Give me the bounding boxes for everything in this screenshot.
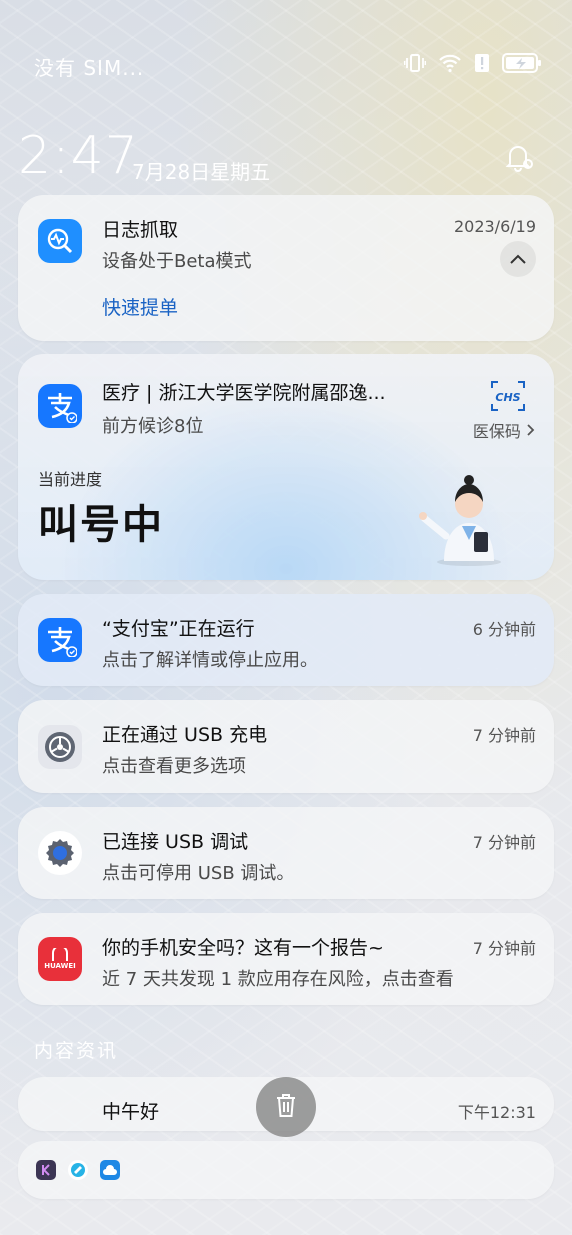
medical-insurance-code-link[interactable]: 医保码 [473,418,536,442]
chevron-right-icon [526,422,536,441]
battery-charging-icon [502,52,542,78]
notification-usb-charging[interactable]: 正在通过 USB 充电 点击查看更多选项 7 分钟前 [18,700,554,793]
settings-system-icon [38,725,82,769]
gear-icon [38,831,82,875]
notification-time: 7 分钟前 [472,726,536,745]
status-bar: 没有 SIM... [0,0,572,130]
weather-icon [100,1160,120,1180]
log-capture-icon [38,219,82,263]
notification-body: 设备处于Beta模式 [102,251,252,272]
notification-title: 正在通过 USB 充电 [102,724,268,746]
trash-icon [274,1092,298,1122]
chs-badge-text: CHS [495,391,520,404]
notification-body: 点击查看更多选项 [102,756,246,777]
progress-label: 当前进度 [38,470,103,489]
clock-time: 2:47 [18,126,139,186]
notification-title: “支付宝”正在运行 [102,618,255,640]
chevron-up-icon [509,250,527,269]
notification-body: 点击可停用 USB 调试。 [102,863,295,884]
collapsed-notifications[interactable] [18,1141,554,1199]
clear-all-button[interactable] [256,1077,316,1137]
carrier-label: 没有 SIM... [34,56,145,80]
notification-usb-debugging[interactable]: 已连接 USB 调试 点击可停用 USB 调试。 7 分钟前 [18,807,554,899]
section-title: 内容资讯 [34,1040,119,1062]
huawei-icon-text: HUAWEI [44,962,76,970]
huawei-icon: HUAWEI [38,937,82,981]
notification-title: 你的手机安全吗？这有一个报告~ [102,937,384,959]
k-app-icon [36,1160,56,1180]
notification-body: 点击了解详情或停止应用。 [102,650,318,671]
clock-date: 7月28日星期五 [132,160,271,184]
notification-time: 7 分钟前 [472,833,536,852]
content-time: 下午12:31 [457,1103,536,1122]
alipay-icon [38,384,82,428]
doctor-illustration [414,466,514,570]
notification-alipay-running[interactable]: “支付宝”正在运行 点击了解详情或停止应用。 6 分钟前 [18,594,554,686]
notification-time: 7 分钟前 [472,939,536,958]
quick-submit-button[interactable]: 快速提单 [102,293,178,320]
notification-time: 6 分钟前 [472,620,536,639]
status-icons [403,52,542,78]
notification-time: 2023/6/19 [453,217,536,236]
notification-title: 已连接 USB 调试 [102,831,249,853]
browser-icon [68,1160,88,1180]
notification-title: 日志抓取 [102,219,179,241]
collapsed-app-icons [36,1160,120,1180]
notification-log-capture[interactable]: 日志抓取 设备处于Beta模式 2023/6/19 快速提单 [18,195,554,341]
notification-body: 近 7 天共发现 1 款应用存在风险，点击查看 [102,969,454,990]
progress-value: 叫号中 [38,502,164,548]
bell-settings-icon[interactable] [502,140,536,178]
notification-body: 前方候诊8位 [102,416,204,437]
chs-label-text: 医保码 [472,422,521,441]
wifi-icon [438,53,462,77]
collapse-button[interactable] [500,241,536,277]
vibrate-icon [403,53,427,77]
chs-badge[interactable]: CHS [490,380,526,416]
notification-title: 医疗 | 浙江大学医学院附属邵逸... [102,382,386,404]
greeting-title: 中午好 [102,1101,160,1123]
alipay-icon [38,618,82,662]
notification-security-report[interactable]: HUAWEI 你的手机安全吗？这有一个报告~ 近 7 天共发现 1 款应用存在风… [18,913,554,1005]
alert-icon [474,53,490,77]
notification-medical[interactable]: 医疗 | 浙江大学医学院附属邵逸... 前方候诊8位 CHS 医保码 当前进度 … [18,354,554,580]
